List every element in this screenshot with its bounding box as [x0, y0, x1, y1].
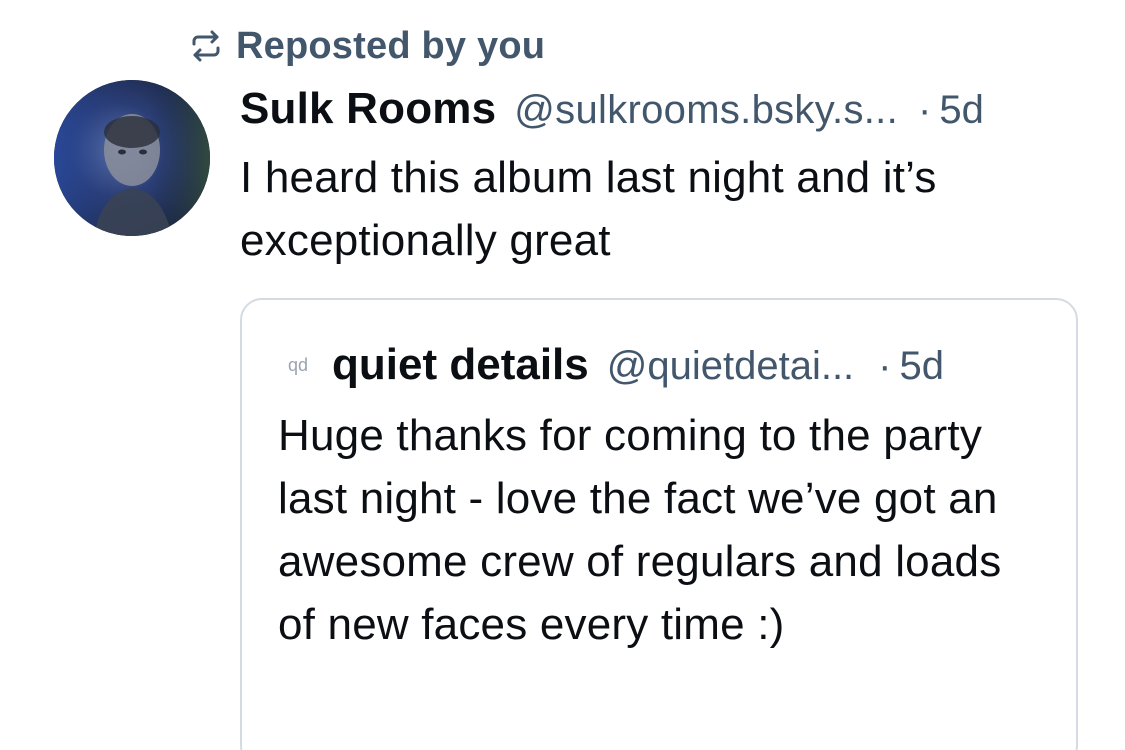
feed-page: Reposted by you Sulk Rooms @sulkrooms.bs…: [0, 0, 1125, 750]
separator-dot: ·: [918, 88, 932, 132]
author-avatar[interactable]: [54, 80, 210, 236]
post-timestamp[interactable]: 5d: [939, 88, 984, 133]
quote-text: Huge thanks for coming to the party last…: [278, 411, 1002, 649]
quote-author-name[interactable]: quiet details: [332, 340, 589, 390]
quoted-post-card[interactable]: qd quiet details @quietdetai... · 5d Hug…: [240, 298, 1078, 750]
post-text: I heard this album last night and it’s e…: [240, 153, 937, 265]
repost-icon: [190, 30, 222, 62]
author-handle[interactable]: @sulkrooms.bsky.s...: [514, 88, 898, 133]
post-header: Sulk Rooms @sulkrooms.bsky.s... · 5d: [240, 84, 984, 140]
separator-dot: ·: [878, 344, 892, 388]
quote-author-handle[interactable]: @quietdetai...: [607, 344, 854, 389]
repost-indicator[interactable]: Reposted by you: [190, 22, 545, 70]
quote-avatar[interactable]: qd: [288, 355, 308, 376]
repost-label: Reposted by you: [236, 24, 546, 67]
quote-timestamp[interactable]: 5d: [900, 344, 945, 389]
author-name[interactable]: Sulk Rooms: [240, 84, 496, 134]
quote-header: qd quiet details @quietdetai... · 5d: [288, 340, 944, 396]
